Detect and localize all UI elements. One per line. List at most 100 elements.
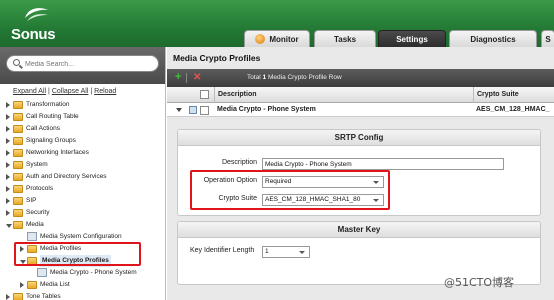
tree-item-label: Protocols [26,185,54,192]
description-row: Description [178,158,542,170]
search-input[interactable] [25,58,155,70]
row-description: Media Crypto - Phone System [217,106,316,113]
select-all-checkbox[interactable] [200,90,209,99]
tab-diagnostics-label: Diagnostics [470,35,516,44]
tree-item[interactable]: Media Crypto - Phone System [0,267,166,279]
expand-arrow-icon[interactable] [6,294,10,300]
search-area [0,47,165,84]
page-title: Media Crypto Profiles [173,53,261,63]
expand-arrow-icon[interactable] [6,162,10,168]
expand-arrow-icon[interactable] [6,210,10,216]
tree-item[interactable]: Auth and Directory Services [0,171,166,183]
expand-arrow-icon[interactable] [6,126,10,132]
column-crypto-suite[interactable]: Crypto Suite [473,87,554,103]
logo-text: Sonus [11,26,56,43]
tree-item-label: Media Crypto - Phone System [50,269,137,276]
expand-arrow-icon[interactable] [6,102,10,108]
description-field[interactable] [262,158,504,170]
tab-monitor-label: Monitor [269,35,299,44]
expand-arrow-icon[interactable] [6,174,10,180]
delete-icon[interactable]: ✕ [193,72,201,83]
tab-s-label: S [545,35,551,44]
highlight-box-form [190,170,390,210]
tab-s-partial[interactable]: S [541,30,554,47]
tree-item[interactable]: Tone Tables [0,291,166,300]
expand-arrow-icon[interactable] [20,282,24,288]
tab-tasks[interactable]: Tasks [314,30,376,47]
row-count-prefix: Total [247,74,263,81]
row-crypto-suite: AES_CM_128_HMAC_ [476,106,550,113]
folder-icon [13,137,23,145]
tree-item[interactable]: Networking Interfaces [0,147,166,159]
expand-arrow-icon[interactable] [6,114,10,120]
watermark: @51CTO博客 [444,276,515,289]
key-identifier-length-row: Key Identifier Length 1 [178,246,542,258]
top-header: Sonus Monitor Tasks Settings Diagnostics… [0,0,554,47]
tab-settings-label: Settings [396,35,428,44]
tree-item[interactable]: Call Actions [0,123,166,135]
collapse-all-link[interactable]: Collapse All [52,88,89,95]
tree-item[interactable]: Call Routing Table [0,111,166,123]
tree-item[interactable]: System [0,159,166,171]
expand-row-icon[interactable] [176,108,182,112]
link-separator: | [90,88,93,95]
folder-icon [13,113,23,121]
tree-item-label: Call Actions [26,125,60,132]
tab-diagnostics[interactable]: Diagnostics [449,30,537,47]
tab-settings[interactable]: Settings [378,30,446,47]
navigation-tree: Transformation Call Routing Table Call Act… [0,99,166,300]
tree-item-label: Tone Tables [26,293,61,300]
search-box[interactable] [6,55,159,72]
tree-item-label: Media [26,221,44,228]
key-identifier-length-select[interactable]: 1 [262,246,310,258]
sonus-logo: Sonus [8,6,68,43]
tab-tasks-label: Tasks [333,35,357,44]
tree-item-label: Media List [40,281,70,288]
tree-links: Expand All | Collapse All | Reload [0,84,165,99]
expand-arrow-icon[interactable] [6,186,10,192]
column-description[interactable]: Description [214,87,257,103]
folder-icon [13,293,23,300]
search-icon [13,59,20,66]
description-label: Description [221,159,257,166]
row-checkbox[interactable] [200,106,209,115]
table-toolbar: + ✕ Total 1 Media Crypto Profile Row [167,69,554,87]
add-icon[interactable]: + [175,71,181,83]
tree-item-label: Networking Interfaces [26,149,89,156]
folder-icon [13,185,23,193]
left-navigation: Expand All | Collapse All | Reload Trans… [0,47,166,300]
expand-all-link[interactable]: Expand All [13,88,46,95]
tree-item-label: Auth and Directory Services [26,173,107,180]
folder-icon [13,221,23,229]
master-key-title: Master Key [178,222,540,238]
folder-icon [27,281,37,289]
collapse-arrow-icon[interactable] [6,224,12,228]
tree-item[interactable]: Media List [0,279,166,291]
tree-item-label: Call Routing Table [26,113,79,120]
sonus-logo-icon [25,8,49,21]
tab-monitor[interactable]: Monitor [244,30,310,47]
edit-row-icon[interactable] [189,106,197,114]
expand-arrow-icon[interactable] [6,150,10,156]
table-header: Description Crypto Suite [167,87,554,103]
key-identifier-length-label: Key Identifier Length [190,247,255,254]
reload-link[interactable]: Reload [94,88,116,95]
folder-icon [13,209,23,217]
expand-arrow-icon[interactable] [6,138,10,144]
folder-icon [13,197,23,205]
tree-item-label: System [26,161,48,168]
tree-item-label: Signaling Groups [26,137,76,144]
tree-item[interactable]: Protocols [0,183,166,195]
link-separator: | [48,88,50,95]
tree-item[interactable]: Security [0,207,166,219]
key-identifier-length-value: 1 [265,248,269,255]
row-count: Total 1 Media Crypto Profile Row [247,74,342,81]
tree-item[interactable]: Signaling Groups [0,135,166,147]
tree-item[interactable]: SIP [0,195,166,207]
folder-icon [13,161,23,169]
tree-item[interactable]: Media [0,219,166,231]
expand-arrow-icon[interactable] [6,198,10,204]
tree-item[interactable]: Transformation [0,99,166,111]
document-icon [27,232,37,241]
table-row[interactable]: Media Crypto - Phone System AES_CM_128_H… [167,103,554,117]
